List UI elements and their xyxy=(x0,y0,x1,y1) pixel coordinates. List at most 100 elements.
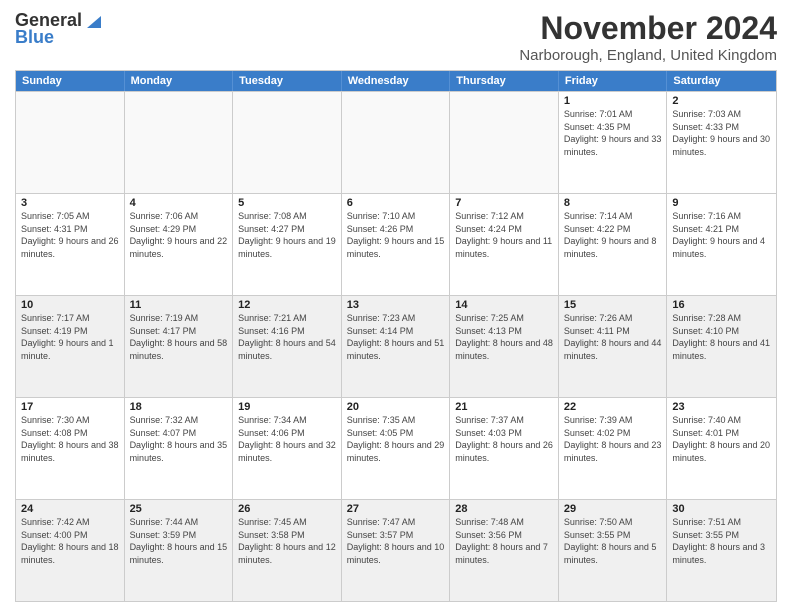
cell-info: Sunrise: 7:34 AM Sunset: 4:06 PM Dayligh… xyxy=(238,414,336,464)
calendar-week-1: 3Sunrise: 7:05 AM Sunset: 4:31 PM Daylig… xyxy=(16,193,776,295)
location-title: Narborough, England, United Kingdom xyxy=(519,47,777,64)
logo: General Blue xyxy=(15,10,103,48)
calendar-week-4: 24Sunrise: 7:42 AM Sunset: 4:00 PM Dayli… xyxy=(16,499,776,601)
calendar-week-0: 1Sunrise: 7:01 AM Sunset: 4:35 PM Daylig… xyxy=(16,91,776,193)
calendar-cell: 11Sunrise: 7:19 AM Sunset: 4:17 PM Dayli… xyxy=(125,296,234,397)
calendar-cell xyxy=(125,92,234,193)
day-number: 8 xyxy=(564,197,662,209)
header-wednesday: Wednesday xyxy=(342,71,451,91)
calendar-cell: 26Sunrise: 7:45 AM Sunset: 3:58 PM Dayli… xyxy=(233,500,342,601)
calendar-cell: 8Sunrise: 7:14 AM Sunset: 4:22 PM Daylig… xyxy=(559,194,668,295)
calendar-cell: 17Sunrise: 7:30 AM Sunset: 4:08 PM Dayli… xyxy=(16,398,125,499)
calendar-cell xyxy=(16,92,125,193)
day-number: 26 xyxy=(238,503,336,515)
day-number: 19 xyxy=(238,401,336,413)
cell-info: Sunrise: 7:47 AM Sunset: 3:57 PM Dayligh… xyxy=(347,516,445,566)
cell-info: Sunrise: 7:21 AM Sunset: 4:16 PM Dayligh… xyxy=(238,312,336,362)
day-number: 4 xyxy=(130,197,228,209)
cell-info: Sunrise: 7:48 AM Sunset: 3:56 PM Dayligh… xyxy=(455,516,553,566)
cell-info: Sunrise: 7:23 AM Sunset: 4:14 PM Dayligh… xyxy=(347,312,445,362)
calendar-cell: 24Sunrise: 7:42 AM Sunset: 4:00 PM Dayli… xyxy=(16,500,125,601)
day-number: 24 xyxy=(21,503,119,515)
cell-info: Sunrise: 7:30 AM Sunset: 4:08 PM Dayligh… xyxy=(21,414,119,464)
day-number: 25 xyxy=(130,503,228,515)
calendar-cell: 1Sunrise: 7:01 AM Sunset: 4:35 PM Daylig… xyxy=(559,92,668,193)
calendar-cell: 14Sunrise: 7:25 AM Sunset: 4:13 PM Dayli… xyxy=(450,296,559,397)
day-number: 1 xyxy=(564,95,662,107)
day-number: 20 xyxy=(347,401,445,413)
header-friday: Friday xyxy=(559,71,668,91)
cell-info: Sunrise: 7:16 AM Sunset: 4:21 PM Dayligh… xyxy=(672,210,771,260)
header-tuesday: Tuesday xyxy=(233,71,342,91)
calendar-cell: 30Sunrise: 7:51 AM Sunset: 3:55 PM Dayli… xyxy=(667,500,776,601)
day-number: 17 xyxy=(21,401,119,413)
calendar-cell: 23Sunrise: 7:40 AM Sunset: 4:01 PM Dayli… xyxy=(667,398,776,499)
day-number: 12 xyxy=(238,299,336,311)
day-number: 6 xyxy=(347,197,445,209)
cell-info: Sunrise: 7:17 AM Sunset: 4:19 PM Dayligh… xyxy=(21,312,119,362)
calendar-body: 1Sunrise: 7:01 AM Sunset: 4:35 PM Daylig… xyxy=(16,91,776,601)
calendar-cell xyxy=(450,92,559,193)
calendar-cell: 28Sunrise: 7:48 AM Sunset: 3:56 PM Dayli… xyxy=(450,500,559,601)
day-number: 21 xyxy=(455,401,553,413)
calendar-week-3: 17Sunrise: 7:30 AM Sunset: 4:08 PM Dayli… xyxy=(16,397,776,499)
header-monday: Monday xyxy=(125,71,234,91)
cell-info: Sunrise: 7:40 AM Sunset: 4:01 PM Dayligh… xyxy=(672,414,771,464)
calendar-cell: 27Sunrise: 7:47 AM Sunset: 3:57 PM Dayli… xyxy=(342,500,451,601)
day-number: 15 xyxy=(564,299,662,311)
header-thursday: Thursday xyxy=(450,71,559,91)
header-sunday: Sunday xyxy=(16,71,125,91)
calendar-cell: 12Sunrise: 7:21 AM Sunset: 4:16 PM Dayli… xyxy=(233,296,342,397)
cell-info: Sunrise: 7:08 AM Sunset: 4:27 PM Dayligh… xyxy=(238,210,336,260)
calendar-cell: 5Sunrise: 7:08 AM Sunset: 4:27 PM Daylig… xyxy=(233,194,342,295)
day-number: 18 xyxy=(130,401,228,413)
calendar-cell: 20Sunrise: 7:35 AM Sunset: 4:05 PM Dayli… xyxy=(342,398,451,499)
calendar-cell: 29Sunrise: 7:50 AM Sunset: 3:55 PM Dayli… xyxy=(559,500,668,601)
cell-info: Sunrise: 7:06 AM Sunset: 4:29 PM Dayligh… xyxy=(130,210,228,260)
calendar-cell: 6Sunrise: 7:10 AM Sunset: 4:26 PM Daylig… xyxy=(342,194,451,295)
cell-info: Sunrise: 7:39 AM Sunset: 4:02 PM Dayligh… xyxy=(564,414,662,464)
calendar-cell: 25Sunrise: 7:44 AM Sunset: 3:59 PM Dayli… xyxy=(125,500,234,601)
day-number: 3 xyxy=(21,197,119,209)
cell-info: Sunrise: 7:10 AM Sunset: 4:26 PM Dayligh… xyxy=(347,210,445,260)
day-number: 7 xyxy=(455,197,553,209)
cell-info: Sunrise: 7:44 AM Sunset: 3:59 PM Dayligh… xyxy=(130,516,228,566)
day-number: 10 xyxy=(21,299,119,311)
cell-info: Sunrise: 7:26 AM Sunset: 4:11 PM Dayligh… xyxy=(564,312,662,362)
logo-blue: Blue xyxy=(15,27,54,48)
cell-info: Sunrise: 7:19 AM Sunset: 4:17 PM Dayligh… xyxy=(130,312,228,362)
day-number: 11 xyxy=(130,299,228,311)
cell-info: Sunrise: 7:35 AM Sunset: 4:05 PM Dayligh… xyxy=(347,414,445,464)
cell-info: Sunrise: 7:42 AM Sunset: 4:00 PM Dayligh… xyxy=(21,516,119,566)
cell-info: Sunrise: 7:25 AM Sunset: 4:13 PM Dayligh… xyxy=(455,312,553,362)
calendar-cell: 9Sunrise: 7:16 AM Sunset: 4:21 PM Daylig… xyxy=(667,194,776,295)
calendar-cell: 3Sunrise: 7:05 AM Sunset: 4:31 PM Daylig… xyxy=(16,194,125,295)
calendar-week-2: 10Sunrise: 7:17 AM Sunset: 4:19 PM Dayli… xyxy=(16,295,776,397)
calendar-cell xyxy=(233,92,342,193)
day-number: 13 xyxy=(347,299,445,311)
page: General Blue November 2024 Narborough, E… xyxy=(0,0,792,612)
day-number: 28 xyxy=(455,503,553,515)
calendar-cell: 22Sunrise: 7:39 AM Sunset: 4:02 PM Dayli… xyxy=(559,398,668,499)
day-number: 2 xyxy=(672,95,771,107)
cell-info: Sunrise: 7:14 AM Sunset: 4:22 PM Dayligh… xyxy=(564,210,662,260)
day-number: 29 xyxy=(564,503,662,515)
cell-info: Sunrise: 7:37 AM Sunset: 4:03 PM Dayligh… xyxy=(455,414,553,464)
calendar-cell: 16Sunrise: 7:28 AM Sunset: 4:10 PM Dayli… xyxy=(667,296,776,397)
cell-info: Sunrise: 7:01 AM Sunset: 4:35 PM Dayligh… xyxy=(564,108,662,158)
calendar-cell: 2Sunrise: 7:03 AM Sunset: 4:33 PM Daylig… xyxy=(667,92,776,193)
month-title: November 2024 xyxy=(519,10,777,47)
logo-icon xyxy=(85,12,103,30)
calendar-cell: 4Sunrise: 7:06 AM Sunset: 4:29 PM Daylig… xyxy=(125,194,234,295)
calendar-cell: 10Sunrise: 7:17 AM Sunset: 4:19 PM Dayli… xyxy=(16,296,125,397)
cell-info: Sunrise: 7:45 AM Sunset: 3:58 PM Dayligh… xyxy=(238,516,336,566)
day-number: 23 xyxy=(672,401,771,413)
day-number: 27 xyxy=(347,503,445,515)
cell-info: Sunrise: 7:05 AM Sunset: 4:31 PM Dayligh… xyxy=(21,210,119,260)
calendar-header: Sunday Monday Tuesday Wednesday Thursday… xyxy=(16,71,776,91)
day-number: 22 xyxy=(564,401,662,413)
calendar-cell xyxy=(342,92,451,193)
calendar-cell: 18Sunrise: 7:32 AM Sunset: 4:07 PM Dayli… xyxy=(125,398,234,499)
title-block: November 2024 Narborough, England, Unite… xyxy=(519,10,777,64)
cell-info: Sunrise: 7:03 AM Sunset: 4:33 PM Dayligh… xyxy=(672,108,771,158)
